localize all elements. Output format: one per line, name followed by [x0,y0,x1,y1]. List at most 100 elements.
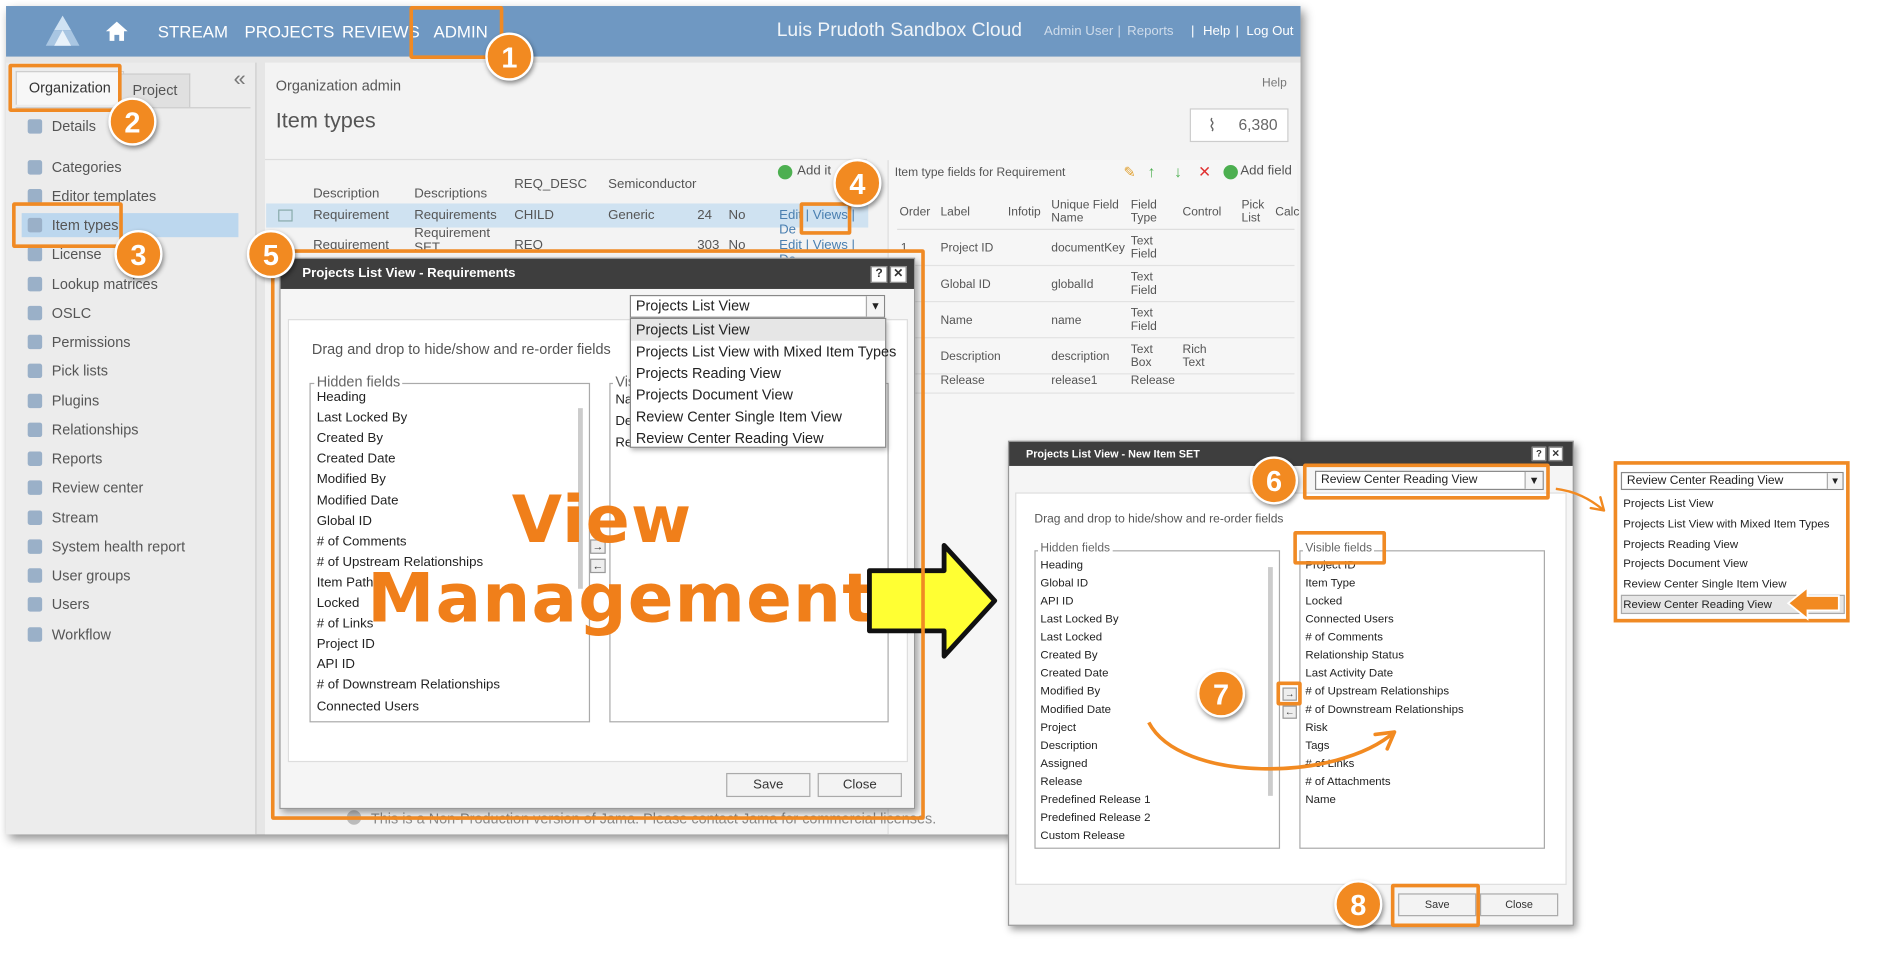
sidebar-item-categories[interactable]: Categories [27,155,122,179]
top-navigation: STREAM PROJECTS REVIEWS ADMIN Luis Prudo… [6,6,1301,57]
sidebar-item-reports[interactable]: Reports [27,447,102,471]
health-icon [27,539,43,554]
sidebar-item-plugins[interactable]: Plugins [27,389,99,413]
highlight-visible-fields [1293,530,1387,565]
sidebar-item-relationships[interactable]: Relationships [27,418,139,442]
add-icon[interactable] [777,164,793,180]
nav-projects[interactable]: PROJECTS [244,22,334,41]
field-item[interactable]: Last Activity Date [1305,667,1393,680]
instructions: Drag and drop to hide/show and re-order … [1034,512,1284,527]
stream-icon [27,510,43,525]
field-item[interactable]: Item Type [1305,577,1355,590]
plugin-icon [27,393,43,409]
jama-logo-icon[interactable] [42,13,83,49]
drag-arrow-icon [1147,721,1397,771]
sidebar-item-review-center[interactable]: Review center [27,476,143,500]
help-icon[interactable]: ? [1531,446,1547,462]
sidebar-item-user-groups[interactable]: User groups [27,563,131,587]
activity-count-badge[interactable]: ⌇ 6,380 [1189,108,1289,143]
highlight-view-select [1302,463,1550,500]
field-item[interactable]: Last Locked By [1040,613,1118,626]
group-icon [27,568,43,583]
user-icon [27,597,43,612]
nav-reviews[interactable]: REVIEWS [342,22,420,41]
add-item-type-link[interactable]: Add it [797,164,831,178]
hidden-fields-legend: Hidden fields [1038,541,1113,556]
shield-icon [27,334,43,350]
pulse-icon: ⌇ [1207,115,1217,135]
field-item[interactable]: Connected Users [1305,613,1393,626]
sidebar-item-oslc[interactable]: OSLC [27,301,91,325]
sidebar-item-workflow[interactable]: Workflow [27,622,111,646]
field-item[interactable]: Assigned [1040,757,1087,770]
field-item[interactable]: API ID [1040,595,1073,608]
field-item[interactable]: Modified Date [1040,703,1111,716]
move-down-icon[interactable]: ↓ [1174,163,1182,181]
field-item[interactable]: Last Locked [1040,631,1102,644]
view-select[interactable]: Review Center Reading View ▼ [1620,471,1844,491]
field-item[interactable]: Release [1040,775,1082,788]
field-item[interactable]: Relationship Status [1305,649,1404,662]
field-item[interactable]: # of Upstream Relationships [1305,685,1449,698]
sidebar-item-pick-lists[interactable]: Pick lists [27,359,108,383]
highlight-save [1390,883,1480,928]
dropdown-option[interactable]: Projects Reading View [1623,538,1738,551]
fields-table-header: Order Label Infotip Unique Field Name Fi… [897,196,1299,230]
help-link[interactable]: Help [1203,24,1230,38]
highlight-move-right [1276,681,1302,706]
dropdown-option[interactable]: Projects List View with Mixed Item Types [1623,518,1829,531]
delete-icon[interactable]: ✕ [1198,163,1211,182]
field-item[interactable]: # of Comments [1305,631,1383,644]
close-button[interactable]: Close [1479,893,1559,917]
field-item[interactable]: Predefined Release 2 [1040,811,1150,824]
separator: | [1117,24,1121,39]
admin-user-link[interactable]: Admin User [1044,24,1113,38]
dropdown-option[interactable]: Review Center Single Item View [1623,578,1786,591]
field-row[interactable]: 1 Project ID documentKey Text Field [897,232,1295,267]
matrix-icon [27,276,43,292]
home-icon[interactable] [105,20,129,42]
help-link[interactable]: Help [1262,77,1287,90]
instance-title: Luis Prudoth Sandbox Cloud [776,20,1023,41]
field-item[interactable]: Locked [1305,595,1342,608]
table-row[interactable]: Description Descriptions REQ_DESC Semico… [271,177,873,206]
add-field-icon[interactable] [1223,164,1238,180]
close-icon[interactable]: ✕ [1548,446,1564,462]
field-item[interactable]: Heading [1040,559,1083,572]
sidebar-item-permissions[interactable]: Permissions [27,330,130,354]
field-row[interactable]: Name name Text Field [897,305,1295,339]
collapse-sidebar-icon[interactable]: « [234,66,246,91]
field-item[interactable]: Global ID [1040,577,1088,590]
dropdown-option[interactable]: Projects List View [1623,497,1713,510]
sidebar-item-users[interactable]: Users [27,592,90,616]
add-field-link[interactable]: Add field [1240,164,1292,178]
field-item[interactable]: Predefined Release 1 [1040,793,1150,806]
separator: | [1235,24,1239,39]
chevron-down-icon[interactable]: ▼ [1826,473,1843,489]
field-row[interactable]: Release release1 Release [897,370,1295,394]
field-item[interactable]: Created By [1040,649,1097,662]
reports-link[interactable]: Reports [1127,24,1173,38]
field-item[interactable]: Name [1305,793,1336,806]
field-row[interactable]: Global ID globalId Text Field [897,268,1295,303]
edit-icon[interactable]: ✎ [1124,164,1136,181]
step-badge: 3 [114,229,163,279]
table-row-requirement[interactable]: Requirement Requirements CHILD Generic 2… [271,203,873,237]
sidebar-item-details[interactable]: Details [27,114,96,138]
field-item[interactable]: Custom Release [1040,830,1125,843]
field-item[interactable]: Modified By [1040,685,1100,698]
field-item[interactable]: Description [1040,739,1097,752]
dropdown-option-selected[interactable]: Review Center Reading View [1623,598,1772,611]
dropdown-option[interactable]: Projects Document View [1623,557,1747,570]
pointer-left-icon [1786,585,1840,621]
fields-panel-title: Item type fields for Requirement [894,166,1066,180]
nav-stream[interactable]: STREAM [158,22,228,41]
field-item[interactable]: Created Date [1040,667,1108,680]
move-up-icon[interactable]: ↑ [1148,163,1156,181]
sidebar-item-system-health-report[interactable]: System health report [27,535,185,559]
separator: | [1190,24,1195,39]
step-badge: 6 [1249,456,1299,505]
logout-link[interactable]: Log Out [1246,24,1293,38]
sidebar-item-stream[interactable]: Stream [27,506,98,530]
field-item[interactable]: Project [1040,721,1076,734]
